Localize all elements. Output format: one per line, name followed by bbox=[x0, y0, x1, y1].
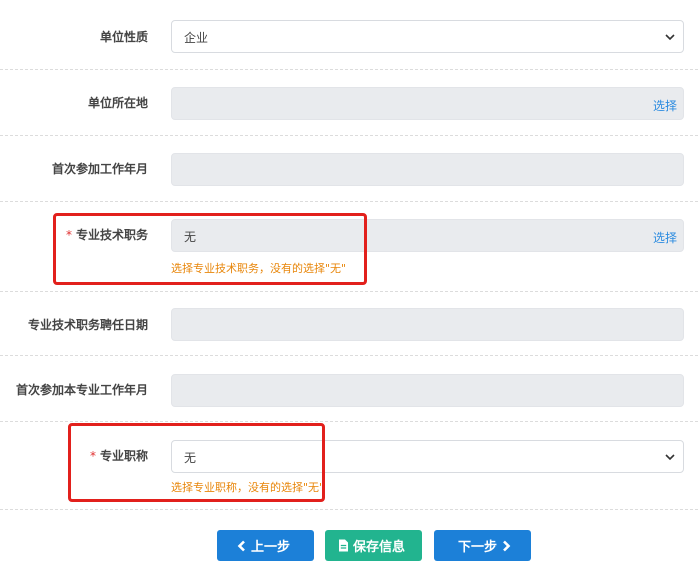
prof-position-label-text: 专业技术职务 bbox=[75, 228, 148, 242]
first-prof-work-date-field[interactable] bbox=[171, 374, 684, 407]
form-row-prof-position-date: 专业技术职务聘任日期 bbox=[0, 292, 698, 356]
form-row-prof-title: * 专业职称 无 选择专业职称，没有的选择"无" bbox=[0, 422, 698, 510]
chevron-down-icon bbox=[665, 454, 675, 461]
prof-title-value: 无 bbox=[184, 451, 197, 465]
prof-title-hint: 选择专业职称，没有的选择"无" bbox=[171, 481, 325, 494]
prof-position-label: * 专业技术职务 bbox=[66, 226, 148, 243]
unit-location-field[interactable]: 选择 bbox=[171, 87, 684, 120]
unit-nature-label: 单位性质 bbox=[99, 30, 148, 44]
next-step-button[interactable]: 下一步 bbox=[434, 530, 531, 561]
prof-position-hint: 选择专业技术职务，没有的选择"无" bbox=[171, 262, 347, 275]
unit-location-select-link[interactable]: 选择 bbox=[653, 97, 677, 114]
first-work-date-field[interactable] bbox=[171, 153, 684, 186]
prof-title-select[interactable]: 无 bbox=[171, 440, 684, 473]
prof-title-label-text: 专业职称 bbox=[99, 449, 148, 463]
prev-step-button[interactable]: 上一步 bbox=[217, 530, 314, 561]
chevron-down-icon bbox=[665, 34, 675, 41]
form-row-first-prof-work-date: 首次参加本专业工作年月 bbox=[0, 356, 698, 422]
prof-position-field[interactable]: 无 选择 bbox=[171, 219, 684, 252]
chevron-right-icon bbox=[503, 540, 511, 551]
next-step-label: 下一步 bbox=[457, 540, 497, 555]
required-mark: * bbox=[65, 228, 72, 242]
unit-nature-select[interactable]: 企业 bbox=[171, 20, 684, 53]
form-row-first-work-date: 首次参加工作年月 bbox=[0, 136, 698, 202]
prev-step-label: 上一步 bbox=[250, 540, 290, 555]
unit-location-label: 单位所在地 bbox=[87, 96, 148, 110]
form-row-unit-location: 单位所在地 选择 bbox=[0, 70, 698, 136]
form-row-unit-nature: 单位性质 企业 bbox=[0, 0, 698, 70]
first-work-date-label: 首次参加工作年月 bbox=[51, 162, 148, 176]
form-row-prof-position: * 专业技术职务 无 选择 选择专业技术职务，没有的选择"无" bbox=[0, 202, 698, 292]
file-icon bbox=[338, 539, 348, 552]
prof-position-date-field[interactable] bbox=[171, 308, 684, 341]
prof-title-label: * 专业职称 bbox=[90, 447, 148, 464]
save-info-label: 保存信息 bbox=[352, 540, 405, 555]
unit-nature-value: 企业 bbox=[184, 31, 209, 45]
prof-position-value: 无 bbox=[184, 230, 197, 244]
chevron-left-icon bbox=[237, 540, 245, 551]
save-info-button[interactable]: 保存信息 bbox=[325, 530, 422, 561]
first-prof-work-date-label: 首次参加本专业工作年月 bbox=[15, 383, 148, 397]
prof-position-select-link[interactable]: 选择 bbox=[653, 229, 677, 246]
prof-position-date-label: 专业技术职务聘任日期 bbox=[27, 318, 148, 332]
required-mark: * bbox=[89, 449, 96, 463]
